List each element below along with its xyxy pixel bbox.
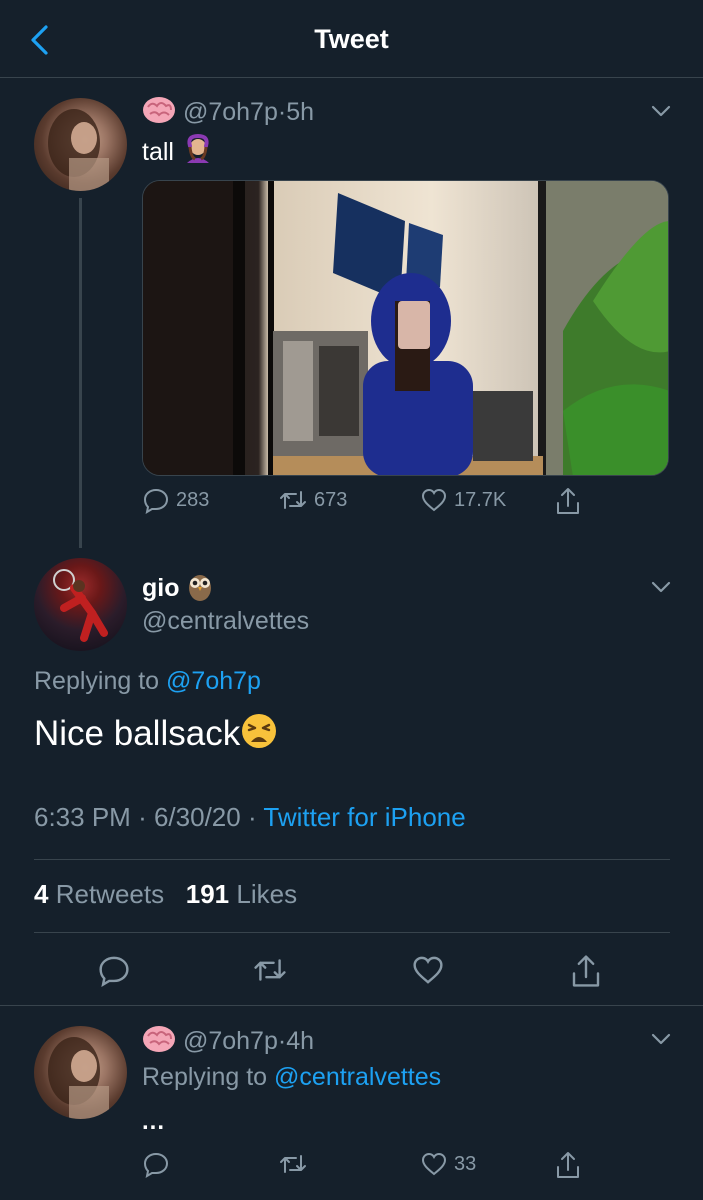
tweet-timestamp: 6:33 PM · 6/30/20 · Twitter for iPhone [34,802,466,833]
page-title: Tweet [314,24,389,54]
avatar-photo [53,569,108,642]
replying-to: Replying to @7oh7p [34,667,261,696]
replying-to-handle[interactable]: @centralvettes [274,1063,441,1091]
retweets-count: 4 [34,879,49,909]
avatar[interactable] [34,1026,127,1119]
retweet-icon [254,959,286,981]
tweet-options-button[interactable] [650,1028,672,1050]
like-button[interactable]: 33 [420,1150,476,1178]
share-icon [557,1152,579,1178]
tweet-text: tall [142,133,215,174]
main-tweet-actions [97,953,617,993]
tweet-text-content: tall [142,138,174,167]
tweet-source-link[interactable]: Twitter for iPhone [263,802,465,832]
divider [34,932,670,933]
user-handle[interactable]: @7oh7p [183,98,278,126]
tweet-media-image[interactable] [142,180,669,476]
replying-to: Replying to @centralvettes [142,1063,441,1092]
like-icon [421,1152,447,1176]
likes-count: 191 [185,879,230,909]
media-photo [143,181,668,475]
separator: · [277,1027,287,1056]
retweet-icon [280,1155,306,1173]
share-button[interactable] [554,1150,582,1180]
share-button[interactable] [569,953,603,989]
like-button[interactable] [411,953,445,987]
tweet-time: 5h [286,98,314,127]
user-handle[interactable]: @7oh7p [183,1027,278,1055]
retweet-button[interactable]: 673 [278,486,347,514]
separator: · [247,802,257,832]
retweets-label: Retweets [55,879,165,909]
reply-button[interactable] [97,953,131,987]
tweet-options-button[interactable] [650,100,672,122]
reply-button[interactable] [142,1150,170,1178]
divider [34,859,670,860]
brain-emoji-icon [142,95,176,132]
retweet-count: 673 [314,488,348,511]
avatar-photo [48,109,109,191]
avatar[interactable] [34,558,127,651]
reply-text: Nice ballsack [34,712,278,759]
replying-to-label: Replying to [34,667,160,695]
like-count: 33 [454,1152,477,1175]
reply-text: ... [142,1108,166,1135]
retweets-stat[interactable]: 4 Retweets [34,879,164,909]
replying-to-handle[interactable]: @7oh7p [166,667,261,695]
reply-author-name[interactable]: gio [142,570,214,609]
brain-emoji-icon [142,1024,176,1061]
caret-down-icon [651,581,671,593]
gesture-emoji-icon [181,133,215,174]
reply-icon [143,488,169,514]
tweet-header: @7oh7p·5h [142,95,314,132]
tweet-options-button[interactable] [650,576,672,598]
like-count: 17.7K [454,488,507,511]
tweet-date: 6/30/20 [153,802,241,832]
avatar-photo [48,1037,109,1119]
reply-author-handle[interactable]: @centralvettes [142,607,309,636]
tweet-header: @7oh7p·4h [142,1024,314,1061]
likes-label: Likes [236,879,298,909]
likes-stat[interactable]: 191 Likes [186,879,297,909]
caret-down-icon [651,105,671,117]
divider [0,1005,703,1006]
header-bar: Tweet [0,0,703,78]
like-button[interactable]: 17.7K [420,486,506,514]
tweet-time: 6:33 PM [34,802,131,832]
share-icon [572,955,600,987]
caret-down-icon [651,1033,671,1045]
thread-line [79,198,82,548]
weary-emoji-icon [240,712,278,759]
reply-count: 283 [176,488,210,511]
separator: · [277,98,287,127]
replying-to-label: Replying to [142,1063,268,1091]
share-button[interactable] [554,486,582,516]
reply-icon [143,1152,169,1178]
engagement-stats: 4 Retweets 191 Likes [34,879,297,910]
like-icon [413,956,443,984]
display-name: gio [142,574,180,603]
retweet-button[interactable] [278,1150,308,1178]
retweet-icon [280,491,306,509]
share-icon [557,488,579,514]
reply-icon [99,956,129,987]
avatar[interactable] [34,98,127,191]
retweet-button[interactable] [252,953,288,987]
reply-button[interactable]: 283 [142,486,209,514]
reply-text-content: Nice ballsack [34,713,241,753]
tweet-actions: 33 [142,1150,662,1190]
tweet-time: 4h [286,1027,314,1056]
like-icon [421,488,447,512]
owl-emoji-icon [186,570,214,609]
separator: · [138,802,147,832]
tweet-actions: 283 673 17.7K [142,486,662,526]
